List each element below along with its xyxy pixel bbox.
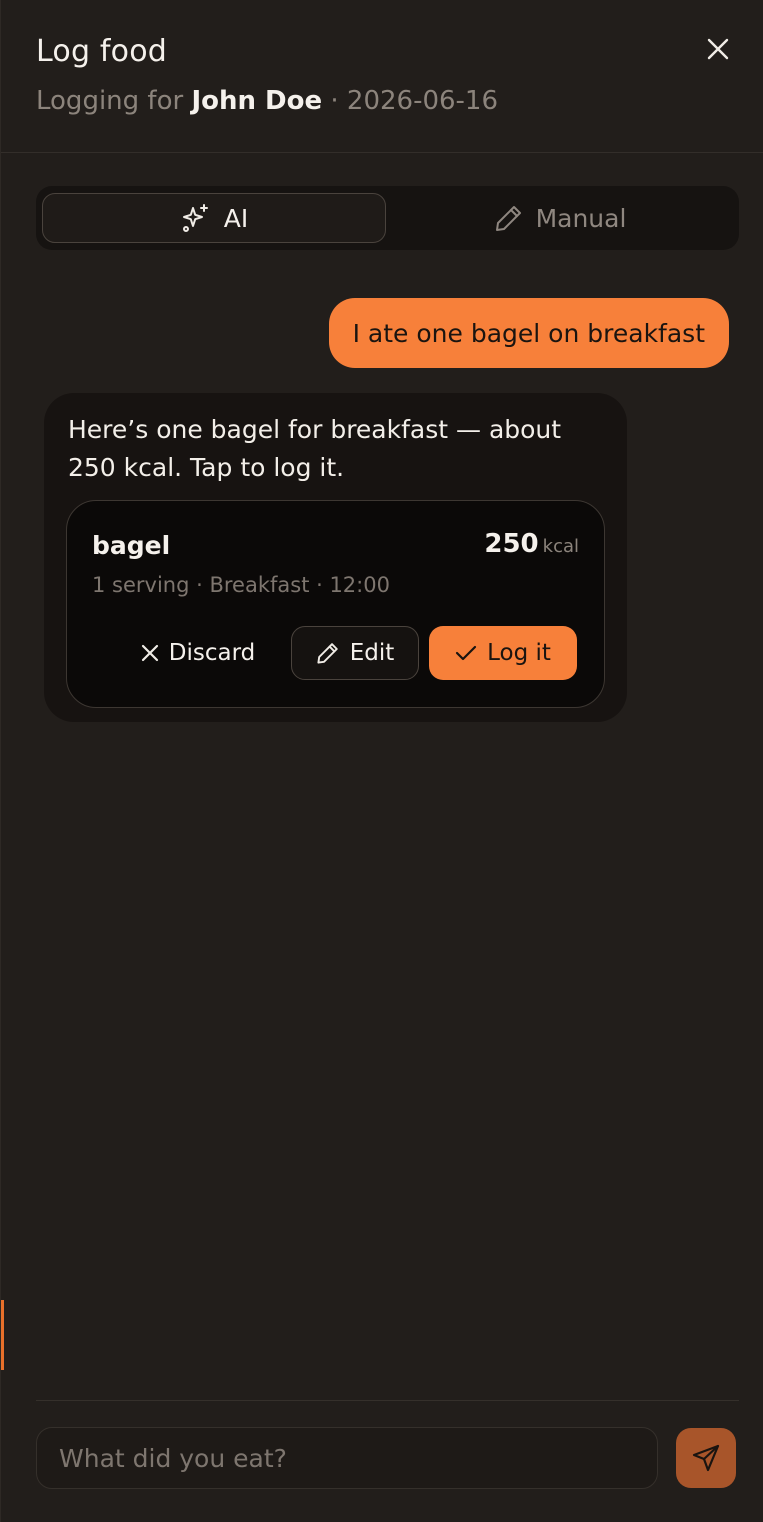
send-icon — [692, 1444, 720, 1472]
logging-for-subtitle: Logging for John Doe · 2026-06-16 — [36, 86, 498, 116]
tab-manual-label: Manual — [535, 203, 627, 233]
mode-toggle: AI Manual — [36, 186, 739, 250]
assistant-message-text: Here’s one bagel for breakfast — about 2… — [68, 415, 562, 482]
page-title: Log food — [36, 34, 168, 69]
close-button[interactable] — [701, 32, 735, 66]
food-calories: 250 kcal — [484, 529, 579, 559]
send-button[interactable] — [676, 1428, 736, 1488]
tab-ai[interactable]: AI — [42, 193, 386, 243]
pencil-icon — [317, 643, 338, 664]
panel-header: Log food Logging for John Doe · 2026-06-… — [1, 0, 763, 153]
user-name: John Doe — [191, 86, 323, 116]
subtitle-prefix: Logging for — [36, 86, 192, 116]
pencil-icon — [495, 206, 521, 231]
food-input[interactable] — [37, 1428, 657, 1488]
subtitle-date: · 2026-06-16 — [322, 86, 499, 116]
log-it-label: Log it — [487, 640, 551, 666]
discard-button[interactable]: Discard — [123, 626, 273, 680]
close-icon — [707, 38, 729, 60]
food-name: bagel — [92, 531, 171, 560]
sparkles-icon — [182, 204, 208, 232]
discard-label: Discard — [168, 640, 256, 666]
calories-value: 250 — [484, 529, 539, 559]
calories-unit: kcal — [542, 536, 579, 557]
edit-label: Edit — [349, 640, 395, 666]
edit-button[interactable]: Edit — [291, 626, 419, 680]
food-suggestion-card: bagel 250 kcal 1 serving · Breakfast · 12… — [66, 500, 605, 708]
tab-ai-label: AI — [223, 203, 249, 233]
food-meta: 1 serving · Breakfast · 12:00 — [92, 573, 390, 597]
log-it-button[interactable]: Log it — [429, 626, 577, 680]
check-icon — [455, 645, 477, 661]
left-edge-accent — [1, 1300, 4, 1370]
close-icon — [141, 644, 158, 662]
composer-divider — [36, 1400, 739, 1401]
assistant-message-bubble: Here’s one bagel for breakfast — about 2… — [44, 393, 627, 722]
log-food-panel: Log food Logging for John Doe · 2026-06-… — [0, 0, 763, 1522]
tab-manual[interactable]: Manual — [388, 193, 732, 243]
food-input-wrapper — [36, 1427, 658, 1489]
user-message-bubble: I ate one bagel on breakfast — [328, 298, 729, 368]
